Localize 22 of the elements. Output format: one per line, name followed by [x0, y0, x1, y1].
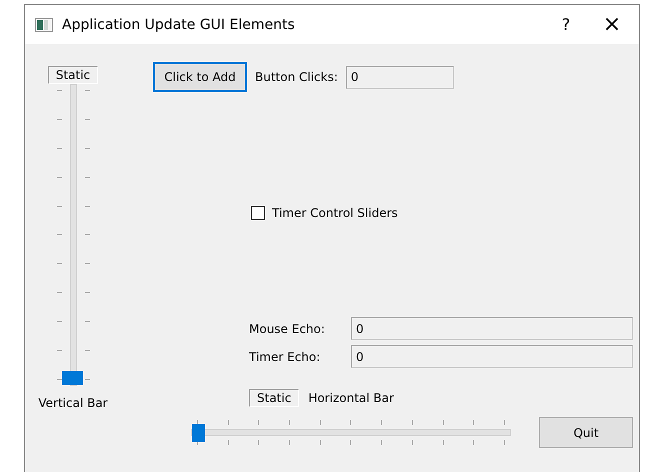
clicks-field[interactable]: 0 — [346, 66, 454, 88]
field-label: Button Clicks: — [255, 70, 338, 84]
checkbox-label: Timer Control Sliders — [272, 206, 398, 220]
static-label: Static — [249, 389, 300, 407]
field-label: Timer Echo: — [249, 350, 322, 364]
vertical-slider[interactable] — [56, 84, 90, 386]
window-title: Application Update GUI Elements — [62, 16, 295, 32]
slider-thumb[interactable] — [192, 424, 205, 442]
window-icon — [35, 18, 53, 32]
slider-thumb[interactable] — [62, 371, 82, 385]
add-button[interactable]: Click to Add — [153, 62, 247, 92]
mouse-echo-field[interactable]: 0 — [351, 317, 633, 340]
static-label: Static — [48, 66, 98, 84]
checkbox[interactable] — [251, 206, 265, 220]
slider-label: Vertical Bar — [38, 396, 108, 410]
close-button[interactable]: × — [589, 5, 635, 44]
field-label: Mouse Echo: — [249, 322, 326, 336]
help-button[interactable]: ? — [543, 5, 589, 44]
timer-echo-field[interactable]: 0 — [351, 345, 633, 368]
quit-button[interactable]: Quit — [539, 417, 633, 448]
horizontal-slider[interactable] — [191, 420, 511, 445]
slider-label: Horizontal Bar — [308, 391, 394, 405]
